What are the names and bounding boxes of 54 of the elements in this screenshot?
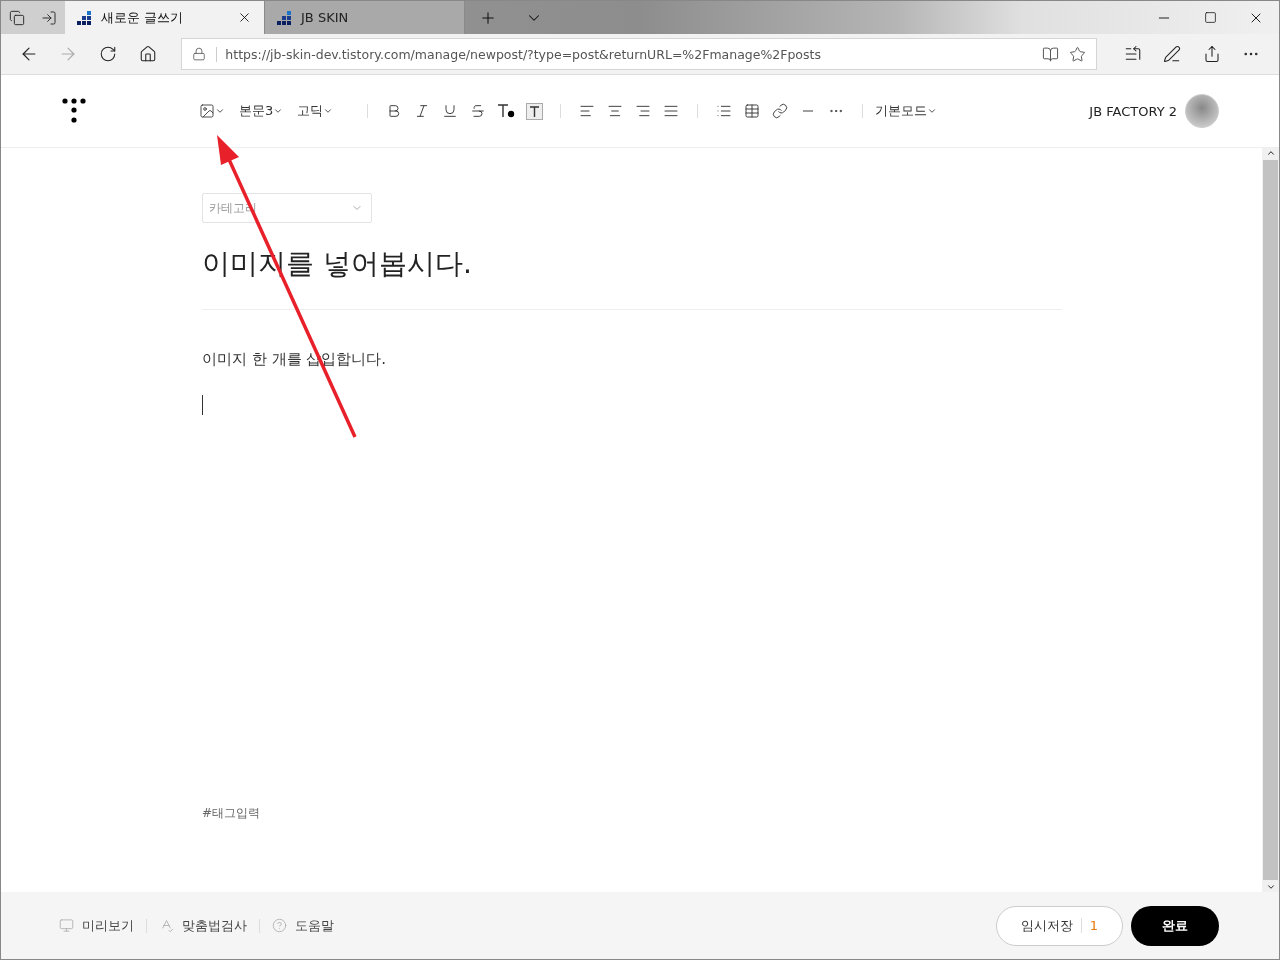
- temp-save-button[interactable]: 임시저장 1: [995, 905, 1123, 946]
- lock-icon: [192, 47, 207, 61]
- table-icon[interactable]: [744, 103, 761, 119]
- tag-input[interactable]: #태그입력: [202, 805, 1262, 822]
- paragraph-dropdown[interactable]: 본문3: [239, 102, 284, 120]
- text-cursor: [202, 395, 203, 415]
- footer-link[interactable]: 맞춤법검사: [159, 916, 247, 935]
- tab-title: JB SKIN: [301, 10, 350, 25]
- strikethrough-icon[interactable]: [470, 103, 487, 119]
- image-button[interactable]: [199, 103, 225, 119]
- pen-icon[interactable]: [1163, 45, 1182, 63]
- caret-icon: [273, 106, 284, 116]
- maximize-icon[interactable]: [1203, 11, 1217, 24]
- share-icon[interactable]: [1202, 45, 1221, 63]
- text-color-icon[interactable]: [497, 103, 516, 119]
- caret-icon: [927, 106, 938, 116]
- underline-icon[interactable]: [442, 103, 459, 119]
- close-icon[interactable]: [237, 10, 252, 25]
- font-dropdown[interactable]: 고딕: [297, 102, 334, 120]
- browser-tab[interactable]: JB SKIN: [265, 1, 465, 34]
- favorite-icon[interactable]: [1068, 45, 1086, 63]
- save-count: 1: [1080, 918, 1098, 933]
- reading-view-icon[interactable]: [1041, 45, 1059, 63]
- browser-tab[interactable]: 새로운 글쓰기: [65, 1, 265, 34]
- caret-icon: [323, 106, 334, 116]
- align-right-icon[interactable]: [635, 103, 652, 119]
- footer-link[interactable]: 도움말: [272, 916, 334, 935]
- tab-title: 새로운 글쓰기: [101, 8, 185, 27]
- align-left-icon[interactable]: [579, 103, 596, 119]
- scroll-up-icon[interactable]: [1265, 148, 1276, 158]
- align-center-icon[interactable]: [607, 103, 624, 119]
- list-icon[interactable]: [716, 103, 733, 119]
- tabs-icon[interactable]: [9, 9, 25, 26]
- logo-icon[interactable]: [61, 98, 87, 124]
- footer-link[interactable]: 미리보기: [59, 916, 134, 935]
- avatar[interactable]: [1185, 94, 1219, 128]
- monitor-icon: [59, 918, 74, 933]
- help-icon: [272, 918, 287, 933]
- done-button[interactable]: 완료: [1131, 905, 1219, 946]
- address-field[interactable]: https://jb-skin-dev.tistory.com/manage/newpost/?type=post&returnURL=%2Fmanage%2Fposts: [181, 38, 1097, 70]
- image-icon: [199, 103, 215, 119]
- spellcheck-icon: [159, 918, 174, 933]
- mode-dropdown[interactable]: 기본모드: [875, 102, 938, 120]
- caret-icon: [215, 106, 225, 116]
- scroll-down-icon[interactable]: [1265, 882, 1276, 892]
- user-name: JB FACTORY 2: [1089, 103, 1177, 119]
- refresh-icon[interactable]: [98, 45, 117, 63]
- favorites-icon[interactable]: [1123, 45, 1142, 63]
- align-justify-icon[interactable]: [663, 103, 680, 119]
- text-background-icon[interactable]: [525, 102, 543, 120]
- home-icon[interactable]: [138, 45, 157, 63]
- scrollbar[interactable]: [1262, 148, 1279, 892]
- link-icon[interactable]: [772, 103, 789, 119]
- url-text: https://jb-skin-dev.tistory.com/manage/newpost/?type=post&returnURL=%2Fmanage%2Fposts: [216, 46, 1032, 62]
